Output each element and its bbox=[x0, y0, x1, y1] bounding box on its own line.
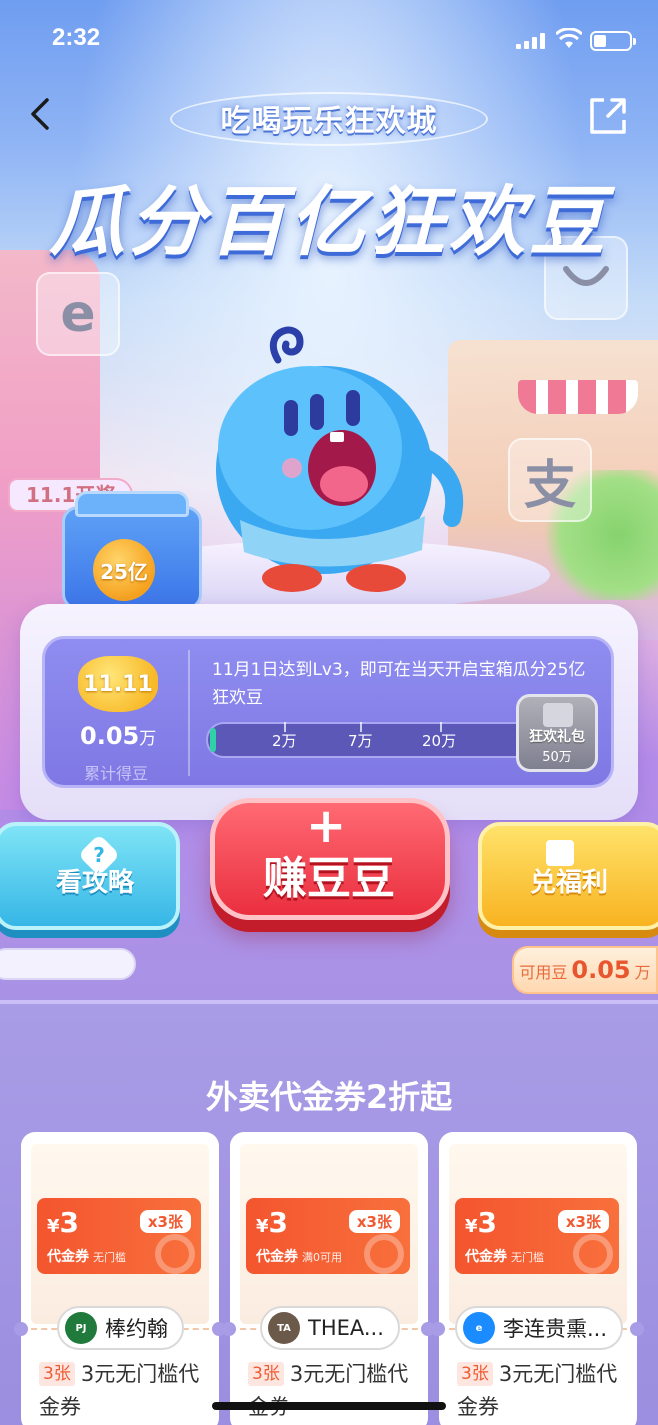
ticket-notch bbox=[431, 1322, 445, 1336]
prize-pool-amount: 25亿 bbox=[93, 539, 155, 601]
status-bar: 2:32 bbox=[0, 0, 658, 80]
progress-track bbox=[206, 722, 546, 758]
available-beans-unit: 万 bbox=[634, 963, 651, 982]
page-subtitle: 吃喝玩乐狂欢城 bbox=[220, 104, 438, 139]
status-time: 2:32 bbox=[52, 24, 101, 51]
battery-icon bbox=[590, 31, 636, 51]
shop-logo-icon: TA bbox=[268, 1312, 300, 1344]
signal-icon bbox=[516, 33, 548, 49]
available-beans-value: 0.05 bbox=[571, 956, 631, 984]
ticket-notch bbox=[222, 1322, 236, 1336]
treasure-chest[interactable]: 25亿 bbox=[62, 491, 202, 610]
shop-name: 李连贵熏... bbox=[503, 1317, 608, 1341]
gift-name: 狂欢礼包 bbox=[529, 729, 585, 745]
gift-amount: 50万 bbox=[542, 750, 572, 765]
voucher: ¥3 x3张 代金券 无门槛 bbox=[455, 1198, 619, 1274]
voucher-amount: ¥3 bbox=[465, 1206, 498, 1239]
alipay-logo-icon: 支 bbox=[508, 438, 592, 522]
voucher-type: 代金券 无门槛 bbox=[47, 1249, 126, 1265]
shop-logo-icon: PJ bbox=[65, 1312, 97, 1344]
bean-coin-icon: 11.11 bbox=[78, 656, 158, 712]
ticket-notch bbox=[630, 1322, 644, 1336]
progress-fill bbox=[210, 728, 216, 752]
scroll-indicator bbox=[0, 948, 136, 980]
shop-pill: e 李连贵熏... bbox=[455, 1306, 624, 1350]
coupon-card[interactable]: ¥3 x3张 代金券 无门槛 PJ 棒约翰 3张 3元无门槛代金券 bbox=[21, 1132, 219, 1425]
milestone-label: 2万 bbox=[272, 732, 297, 750]
available-beans-tag: 可用豆 0.05 万 bbox=[512, 946, 658, 994]
shop-pill: TA THEA... bbox=[260, 1306, 400, 1350]
shop-logo-icon: e bbox=[463, 1312, 495, 1344]
earned-beans-value: 0.05万 bbox=[80, 722, 157, 750]
coupon-description: 3张3元无门槛代金券 bbox=[457, 1362, 618, 1419]
home-indicator[interactable] bbox=[212, 1402, 446, 1410]
redeem-button-label[interactable]: 兑福利 bbox=[530, 862, 608, 899]
coupon-description: 3张3元无门槛代金券 bbox=[248, 1358, 418, 1424]
shop-pill: PJ 棒约翰 bbox=[57, 1306, 184, 1350]
coupon-card[interactable]: ¥3 x3张 代金券满0可用 TA THEA... 3张3元无门槛代金券 bbox=[230, 1132, 428, 1425]
voucher: ¥3 x3张 代金券 满0可用 bbox=[246, 1198, 410, 1274]
eleme-watermark-icon bbox=[155, 1234, 195, 1274]
card-divider bbox=[188, 650, 190, 776]
available-beans-label: 可用豆 bbox=[519, 963, 568, 982]
shop-awning bbox=[518, 380, 638, 414]
voucher: ¥3 x3张 代金券 无门槛 bbox=[37, 1198, 201, 1274]
mascot-character bbox=[216, 326, 464, 592]
voucher-count-badge: x3张 bbox=[139, 1210, 191, 1233]
voucher-type: 代金券 无门槛 bbox=[465, 1249, 544, 1265]
milestone-label: 20万 bbox=[422, 732, 457, 750]
milestone-label: 7万 bbox=[348, 732, 373, 750]
carnival-gift-badge[interactable]: 狂欢礼包 50万 bbox=[516, 694, 598, 772]
voucher-amount: ¥3 bbox=[256, 1206, 289, 1239]
page-title: 瓜分百亿狂欢豆 bbox=[49, 177, 609, 266]
gift-icon bbox=[543, 703, 573, 727]
chest-lid bbox=[75, 491, 189, 517]
voucher-count-badge: x3张 bbox=[348, 1210, 400, 1233]
earned-beans-label: 累计得豆 bbox=[84, 764, 149, 783]
wifi-icon bbox=[556, 28, 582, 48]
coupon-card[interactable]: ¥3 x3张 代金券 无门槛 e 李连贵熏... 3张 3元无门槛代金券 bbox=[439, 1132, 637, 1425]
voucher-amount: ¥3 bbox=[47, 1206, 80, 1239]
eleme-logo-icon: e bbox=[36, 272, 120, 356]
eleme-watermark-icon bbox=[573, 1234, 613, 1274]
voucher-count-badge: x3张 bbox=[557, 1210, 609, 1233]
shop-name: 棒约翰 bbox=[105, 1317, 168, 1341]
coupon-section-title: 外卖代金券2折起 bbox=[205, 1078, 453, 1116]
voucher-type: 代金券 满0可用 bbox=[256, 1249, 342, 1265]
coupon-description: 3张3元无门槛代金券 bbox=[39, 1362, 200, 1419]
shop-name: THEA... bbox=[308, 1316, 384, 1340]
eleme-watermark-icon bbox=[364, 1234, 404, 1274]
ticket-notch bbox=[14, 1322, 28, 1336]
